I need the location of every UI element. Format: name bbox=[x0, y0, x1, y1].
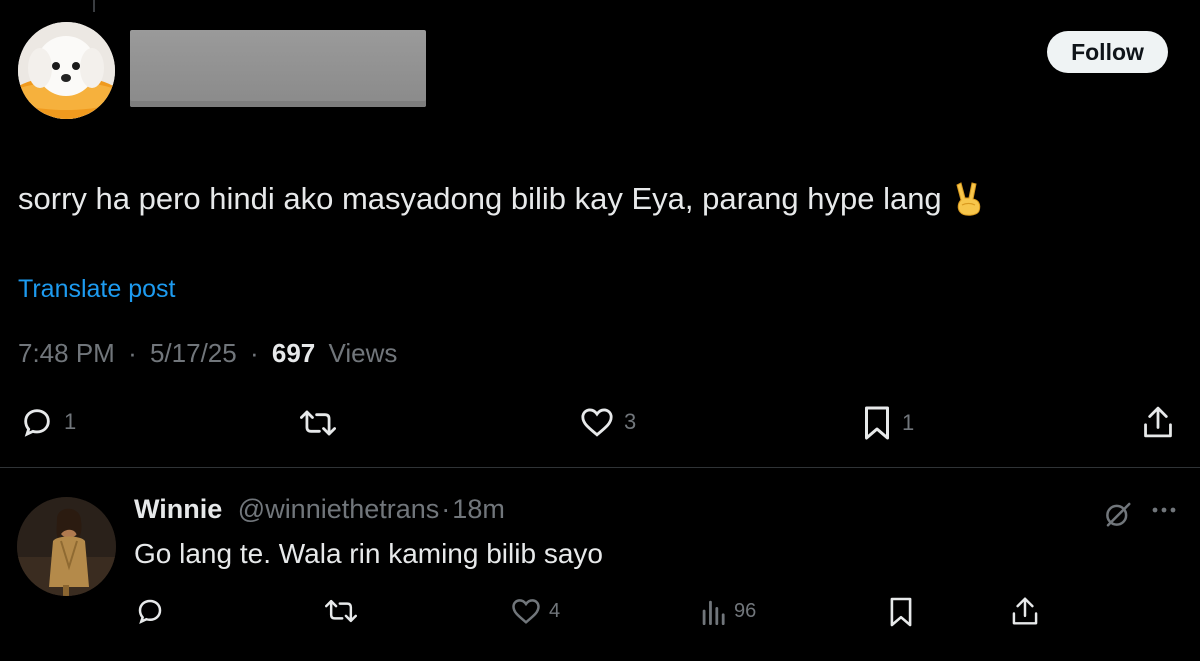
bookmark-count: 1 bbox=[902, 410, 915, 435]
reply-author-avatar[interactable] bbox=[17, 497, 116, 596]
like-count: 3 bbox=[624, 409, 637, 434]
reply-time[interactable]: 18m bbox=[452, 494, 505, 524]
like-button[interactable]: 3 bbox=[580, 406, 636, 438]
share-button[interactable] bbox=[1141, 404, 1175, 440]
views-label: Views bbox=[328, 338, 398, 368]
bookmark-icon bbox=[888, 596, 914, 628]
reply-views-count: 96 bbox=[734, 599, 757, 622]
meta-separator: · bbox=[128, 338, 137, 368]
follow-button[interactable]: Follow bbox=[1047, 31, 1168, 73]
author-avatar[interactable] bbox=[18, 22, 115, 119]
reply-author-handle[interactable]: @winniethetrans bbox=[238, 494, 440, 524]
reply-bookmark-button[interactable] bbox=[888, 596, 914, 628]
more-icon bbox=[1150, 500, 1178, 520]
reply-like-button[interactable]: 4 bbox=[511, 597, 560, 625]
reply-bubble-icon bbox=[20, 405, 54, 439]
reply-reply-button[interactable] bbox=[135, 596, 165, 626]
repost-icon bbox=[325, 597, 357, 625]
post-date[interactable]: 5/17/25 bbox=[150, 338, 237, 368]
post-body: sorry ha pero hindi ako masyadong bilib … bbox=[18, 181, 942, 216]
post-time[interactable]: 7:48 PM bbox=[18, 338, 115, 368]
grok-button[interactable] bbox=[1103, 499, 1133, 529]
bookmark-icon bbox=[862, 405, 892, 441]
translate-post-link[interactable]: Translate post bbox=[18, 275, 175, 304]
heart-icon bbox=[511, 597, 541, 625]
meta-separator: · bbox=[441, 494, 451, 524]
post-text: sorry ha pero hindi ako masyadong bilib … bbox=[18, 181, 986, 217]
divider bbox=[0, 467, 1200, 468]
reply-button[interactable]: 1 bbox=[20, 405, 76, 439]
repost-icon bbox=[300, 407, 336, 439]
reply-text: Go lang te. Wala rin kaming bilib sayo bbox=[134, 538, 603, 569]
reply-bubble-icon bbox=[135, 596, 165, 626]
share-icon bbox=[1141, 404, 1175, 440]
analytics-icon bbox=[700, 597, 726, 625]
grok-icon bbox=[1103, 499, 1133, 529]
reply-views-button[interactable]: 96 bbox=[700, 597, 756, 625]
heart-icon bbox=[580, 406, 614, 438]
reply-author-name[interactable]: Winnie bbox=[134, 494, 222, 524]
post-metadata: 7:48 PM · 5/17/25 · 697 Views bbox=[18, 338, 397, 369]
views-count: 697 bbox=[271, 338, 316, 368]
meta-separator: · bbox=[249, 338, 259, 368]
reply-header: Winnie @winniethetrans·18m bbox=[134, 494, 505, 525]
reply-count: 1 bbox=[64, 409, 77, 434]
victory-hand-emoji bbox=[952, 181, 986, 217]
more-options-button[interactable] bbox=[1150, 500, 1178, 520]
reply-share-button[interactable] bbox=[1010, 595, 1040, 627]
repost-button[interactable] bbox=[300, 407, 336, 439]
bookmark-button[interactable]: 1 bbox=[862, 405, 914, 441]
redacted-author-name bbox=[130, 30, 426, 107]
thread-line bbox=[93, 0, 95, 12]
reply-like-count: 4 bbox=[549, 599, 561, 622]
reply-repost-button[interactable] bbox=[325, 597, 357, 625]
share-icon bbox=[1010, 595, 1040, 627]
